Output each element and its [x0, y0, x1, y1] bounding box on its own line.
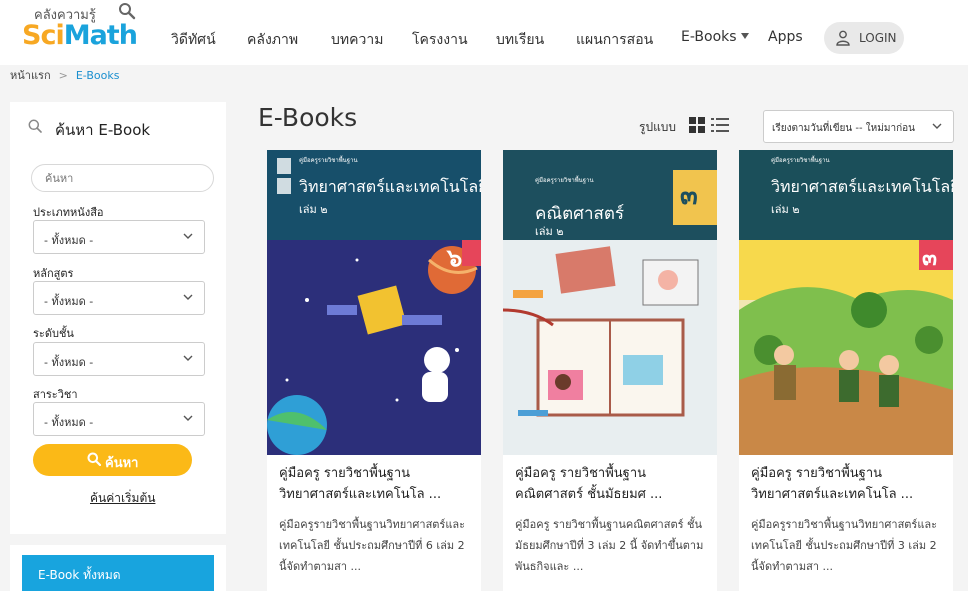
login-button[interactable]: LOGIN [824, 22, 904, 54]
chevron-down-icon [183, 355, 193, 361]
curriculum-select[interactable]: - ทั้งหมด - [33, 281, 205, 315]
chevron-down-icon [932, 123, 942, 129]
ebook-card[interactable]: คู่มือครูรายวิชาพื้นฐาน วิทยาศาสตร์และเท… [739, 150, 953, 591]
logo-wordmark: SciMath [22, 20, 138, 51]
nav-articles[interactable]: บทความ [331, 29, 383, 51]
cover-volume: เล่ม ๒ [535, 225, 564, 238]
grid-view-icon[interactable] [689, 117, 705, 133]
nav-ebooks[interactable]: E-Books [681, 29, 737, 45]
sort-value: เรียงตามวันที่เขียน -- ใหม่มาก่อน [772, 123, 915, 134]
breadcrumb-home[interactable]: หน้าแรก [10, 69, 51, 82]
search-button[interactable]: ค้นหา [33, 444, 192, 476]
cover-small-label: คู่มือครูรายวิชาพื้นฐาน [299, 157, 358, 164]
subject-select[interactable]: - ทั้งหมด - [33, 402, 205, 436]
all-ebooks-label: E-Book ทั้งหมด [38, 568, 121, 582]
user-icon [836, 30, 850, 46]
cover-small-label: คู่มือครูรายวิชาพื้นฐาน [771, 157, 830, 164]
cover-heading: วิทยาศาสตร์และเทคโนโลยี [299, 177, 481, 196]
cover-number: ๓ [922, 246, 938, 271]
nav-apps[interactable]: Apps [768, 29, 803, 45]
search-icon [87, 452, 101, 466]
breadcrumb-current[interactable]: E-Books [76, 69, 120, 82]
category-panel: E-Book ทั้งหมด [10, 545, 226, 591]
cover-volume: เล่ม ๒ [771, 203, 800, 216]
magnifier-logo-icon [119, 3, 136, 20]
layout-label: รูปแบบ [639, 120, 677, 134]
book-description: คู่มือครูรายวิชาพื้นฐานวิทยาศาสตร์และ เทค… [751, 518, 938, 573]
ebook-card[interactable]: คู่มือครูรายวิชาพื้นฐาน คณิตศาสตร์ เล่ม … [503, 150, 717, 591]
list-view-icon[interactable] [711, 117, 729, 133]
curriculum-value: - ทั้งหมด - [44, 295, 94, 308]
chevron-down-icon [183, 415, 193, 421]
book-title[interactable]: คู่มือครู รายวิชาพื้นฐาน คณิตศาสตร์ ชั้นม… [515, 463, 711, 505]
all-ebooks-button[interactable]: E-Book ทั้งหมด [22, 555, 214, 591]
nav-projects[interactable]: โครงงาน [412, 29, 468, 51]
cover-heading: วิทยาศาสตร์และเทคโนโลยี [771, 177, 953, 196]
cover-number: ๖ [447, 244, 463, 272]
cover-number: ๓ [680, 181, 698, 211]
breadcrumb: หน้าแรก > E-Books [10, 66, 119, 84]
book-cover-image[interactable]: คู่มือครูรายวิชาพื้นฐาน วิทยาศาสตร์และเท… [739, 150, 953, 455]
grade-level-select[interactable]: - ทั้งหมด - [33, 342, 205, 376]
reset-filters-link[interactable]: ค้นค่าเริ่มต้น [90, 489, 155, 508]
book-title[interactable]: คู่มือครู รายวิชาพื้นฐาน วิทยาศาสตร์และเท… [751, 463, 947, 505]
nav-videos[interactable]: วิดีทัศน์ [171, 29, 216, 51]
cover-small-label: คู่มือครูรายวิชาพื้นฐาน [535, 177, 594, 184]
book-description: คู่มือครูรายวิชาพื้นฐานวิทยาศาสตร์และ เทค… [279, 518, 466, 573]
curriculum-label: หลักสูตร [33, 267, 74, 280]
book-type-value: - ทั้งหมด - [44, 234, 94, 247]
cover-volume: เล่ม ๒ [299, 203, 328, 216]
search-panel: ค้นหา E-Book ประเภทหนังสือ - ทั้งหมด - ห… [10, 102, 226, 534]
page-title: E-Books [258, 103, 358, 132]
subject-label: สาระวิชา [33, 388, 78, 401]
login-label: LOGIN [859, 31, 897, 45]
subject-value: - ทั้งหมด - [44, 416, 94, 429]
nav-lesson-plans[interactable]: แผนการสอน [576, 29, 653, 51]
grade-level-label: ระดับชั้น [33, 327, 74, 340]
search-icon [28, 119, 42, 133]
book-cover-image[interactable]: คู่มือครูรายวิชาพื้นฐาน คณิตศาสตร์ เล่ม … [503, 150, 717, 455]
nav-lessons[interactable]: บทเรียน [496, 29, 544, 51]
search-button-label: ค้นหา [105, 456, 139, 471]
scimath-logo[interactable]: คลังความรู้ SciMath [20, 2, 140, 52]
nav-images[interactable]: คลังภาพ [247, 29, 298, 51]
book-description: คู่มือครู รายวิชาพื้นฐานคณิตศาสตร์ ชั้นม… [515, 518, 704, 573]
top-bar: คลังความรู้ SciMath วิดีทัศน์ คลังภาพ บท… [0, 0, 968, 65]
breadcrumb-separator: > [58, 69, 68, 82]
chevron-down-icon [183, 294, 193, 300]
grade-level-value: - ทั้งหมด - [44, 356, 94, 369]
book-type-select[interactable]: - ทั้งหมด - [33, 220, 205, 254]
book-title[interactable]: คู่มือครู รายวิชาพื้นฐาน วิทยาศาสตร์และเท… [279, 463, 475, 505]
book-type-label: ประเภทหนังสือ [33, 206, 104, 219]
sort-select[interactable]: เรียงตามวันที่เขียน -- ใหม่มาก่อน [763, 110, 954, 143]
chevron-down-icon [183, 233, 193, 239]
ebook-card[interactable]: คู่มือครูรายวิชาพื้นฐาน วิทยาศาสตร์และเท… [267, 150, 481, 591]
keyword-search-input[interactable] [31, 164, 214, 192]
search-panel-title: ค้นหา E-Book [55, 121, 151, 139]
ebooks-dropdown-caret-icon[interactable] [741, 33, 749, 39]
book-cover-image[interactable]: คู่มือครูรายวิชาพื้นฐาน วิทยาศาสตร์และเท… [267, 150, 481, 455]
